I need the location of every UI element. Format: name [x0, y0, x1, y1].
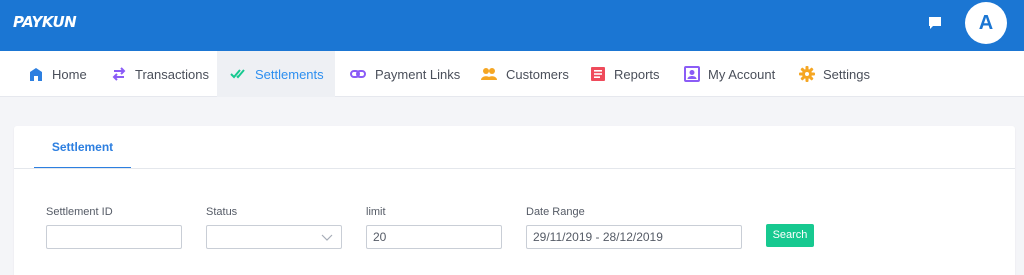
nav-label-customers: Customers — [506, 66, 569, 82]
paykun-logo[interactable]: PAYKUN — [13, 13, 77, 31]
settlement-id-input[interactable] — [46, 225, 182, 249]
nav-item-payment-links[interactable]: Payment Links — [349, 51, 460, 97]
gear-icon — [799, 66, 815, 82]
main-nav: Home Transactions Settlements Payment Li… — [0, 51, 1024, 97]
limit-input[interactable] — [366, 225, 502, 249]
nav-label-home: Home — [52, 66, 87, 82]
users-icon — [481, 68, 497, 80]
top-bar: PAYKUN A — [0, 0, 1024, 51]
date-range-input[interactable] — [526, 225, 742, 249]
date-range-label: Date Range — [526, 206, 585, 218]
nav-item-transactions[interactable]: Transactions — [111, 51, 209, 97]
transfer-icon — [112, 67, 126, 81]
nav-item-customers[interactable]: Customers — [480, 51, 569, 97]
report-icon — [591, 67, 605, 81]
account-icon — [684, 66, 700, 82]
settlement-id-label: Settlement ID — [46, 206, 113, 218]
tab-settlement[interactable]: Settlement — [34, 126, 131, 169]
home-icon — [30, 68, 42, 81]
settlement-card: Settlement Settlement ID Status limit Da… — [14, 126, 1015, 275]
nav-item-settings[interactable]: Settings — [799, 51, 870, 97]
nav-item-reports[interactable]: Reports — [590, 51, 660, 97]
nav-label-settlements: Settlements — [255, 66, 324, 82]
chevron-down-icon — [321, 234, 333, 241]
nav-label-settings: Settings — [823, 66, 870, 82]
limit-label: limit — [366, 206, 386, 218]
nav-label-transactions: Transactions — [135, 66, 209, 82]
link-icon — [350, 70, 366, 78]
status-label: Status — [206, 206, 238, 218]
nav-label-payment-links: Payment Links — [375, 66, 461, 82]
chat-icon[interactable] — [928, 16, 942, 30]
status-select[interactable] — [206, 225, 342, 249]
nav-item-settlements[interactable]: Settlements — [217, 51, 335, 97]
nav-label-reports: Reports — [614, 66, 660, 82]
nav-item-my-account[interactable]: My Account — [684, 51, 775, 97]
double-check-icon — [230, 69, 245, 79]
nav-item-home[interactable]: Home — [28, 51, 87, 97]
search-button[interactable]: Search — [766, 224, 814, 247]
nav-label-my-account: My Account — [708, 66, 776, 82]
tab-divider — [14, 168, 1015, 169]
avatar[interactable]: A — [965, 2, 1007, 44]
